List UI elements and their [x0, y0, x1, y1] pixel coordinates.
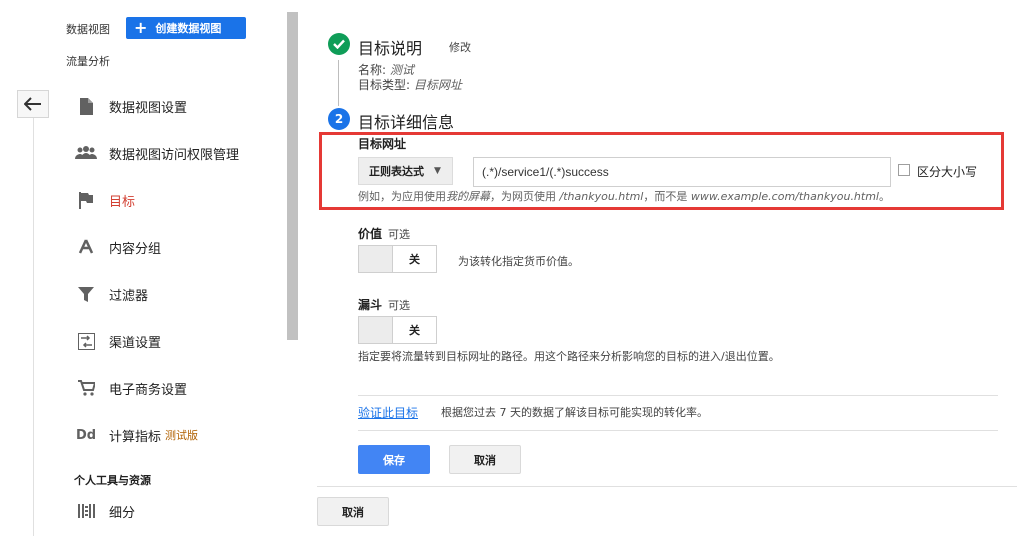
- check-circle-icon: [328, 33, 350, 55]
- personal-tools-title: 个人工具与资源: [74, 474, 151, 487]
- goal-type-value: 目标网址: [413, 78, 462, 92]
- toggle-knob: [359, 317, 393, 343]
- sidebar-item-label: 细分: [109, 505, 136, 521]
- hint-text: ，而不是: [643, 190, 688, 203]
- channel-settings-icon: [75, 330, 97, 352]
- funnel-label: 漏斗 可选: [358, 296, 410, 313]
- document-icon: [75, 95, 97, 117]
- sidebar-item-filters[interactable]: 过滤器: [66, 272, 286, 316]
- case-sensitive-label: 区分大小写: [917, 165, 978, 179]
- sidebar-item-view-settings[interactable]: 数据视图设置: [66, 84, 286, 128]
- hint-text: 例如，为应用使用: [358, 190, 446, 203]
- hint-example-app: 我的屏幕: [446, 190, 490, 203]
- plus-icon: +: [134, 18, 148, 37]
- match-type-value: 正则表达式: [369, 165, 424, 178]
- optional-tag: 可选: [388, 228, 411, 241]
- people-icon: [75, 142, 97, 164]
- sidebar-item-label: 渠道设置: [109, 335, 162, 351]
- destination-input[interactable]: (.*)/service1/(.*)success: [473, 157, 891, 187]
- goal-name-value: 测试: [389, 63, 414, 77]
- step-number-badge: 2: [328, 108, 350, 130]
- optional-tag: 可选: [388, 299, 411, 312]
- view-name[interactable]: 流量分析: [66, 53, 110, 69]
- goal-details-title: 目标详细信息: [358, 113, 455, 132]
- hint-example-page: /thankyou.html: [559, 190, 644, 203]
- funnel-toggle[interactable]: 关: [358, 316, 437, 344]
- toggle-knob: [359, 246, 393, 272]
- divider: [358, 395, 998, 396]
- beta-badge: 测试版: [165, 429, 199, 442]
- verify-description: 根据您过去 7 天的数据了解该目标可能实现的转化率。: [441, 406, 708, 419]
- goal-setup-panel: 目标说明 修改 名称: 测试 目标类型: 目标网址 2 目标详细信息 目标网址 …: [300, 0, 1024, 536]
- sidebar-item-content-grouping[interactable]: 内容分组: [66, 225, 286, 269]
- hint-example-full: www.example.com/thankyou.html: [690, 190, 879, 203]
- sidebar-item-ecommerce[interactable]: 电子商务设置: [66, 366, 286, 410]
- value-label-text: 价值: [358, 227, 383, 241]
- arrow-left-icon: [24, 97, 41, 111]
- toggle-state: 关: [409, 324, 420, 337]
- value-toggle[interactable]: 关: [358, 245, 437, 273]
- save-button[interactable]: 保存: [358, 445, 430, 474]
- cancel-details-button[interactable]: 取消: [449, 445, 521, 474]
- footer-divider: [317, 486, 1017, 487]
- segments-icon: [75, 500, 97, 522]
- funnel-description: 指定要将流量转到目标网址的路径。用这个路径来分析影响您的目标的进入/退出位置。: [358, 350, 780, 363]
- hint-text: 。: [879, 190, 890, 203]
- destination-hint: 例如，为应用使用我的屏幕，为网页使用 /thankyou.html，而不是 ww…: [358, 188, 890, 204]
- divider: [358, 430, 998, 431]
- sidebar-item-goals[interactable]: 目标: [66, 178, 286, 222]
- step-connector: [338, 60, 339, 106]
- sidebar-item-label: 内容分组: [109, 241, 162, 257]
- hint-text: ，为网页使用: [490, 190, 556, 203]
- dd-icon: Dd: [75, 427, 97, 443]
- cart-icon: [75, 377, 97, 399]
- sidebar-divider: [33, 118, 34, 536]
- edit-goal-description-link[interactable]: 修改: [449, 39, 471, 55]
- person-walk-icon: [75, 236, 97, 258]
- sidebar-item-calculated-metrics[interactable]: Dd 计算指标 测试版: [66, 413, 286, 457]
- sidebar-item-label: 数据视图访问权限管理: [109, 147, 240, 163]
- sidebar-item-label: 电子商务设置: [109, 382, 188, 398]
- sidebar-scrollbar[interactable]: [287, 12, 298, 340]
- caret-down-icon: ▼: [434, 166, 441, 176]
- funnel-label-text: 漏斗: [358, 298, 383, 312]
- value-description: 为该转化指定货币价值。: [458, 255, 579, 268]
- sidebar-item-label: 目标: [109, 194, 136, 210]
- goal-type-line: 目标类型: 目标网址: [358, 76, 462, 93]
- sidebar-item-view-access[interactable]: 数据视图访问权限管理: [66, 131, 286, 175]
- toggle-state: 关: [409, 253, 420, 266]
- sidebar-item-label: 计算指标: [109, 429, 162, 445]
- value-label: 价值 可选: [358, 225, 410, 242]
- filter-icon: [75, 283, 97, 305]
- goal-description-title: 目标说明: [358, 39, 423, 58]
- sidebar-item-label: 数据视图设置: [109, 100, 188, 116]
- destination-label: 目标网址: [358, 137, 407, 151]
- goal-type-label: 目标类型:: [358, 78, 411, 92]
- case-sensitive-checkbox[interactable]: [898, 164, 910, 176]
- back-button[interactable]: [17, 90, 49, 118]
- sidebar-item-segments[interactable]: 细分: [66, 489, 286, 533]
- create-view-label: 创建数据视图: [155, 22, 222, 35]
- view-label: 数据视图: [66, 23, 110, 36]
- sidebar: 数据视图 + 创建数据视图 流量分析 数据视图设置 数据视图访问权限管理 目标 …: [0, 0, 300, 536]
- create-view-button[interactable]: + 创建数据视图: [126, 17, 246, 39]
- verify-goal-link[interactable]: 验证此目标: [358, 404, 418, 421]
- sidebar-item-label: 过滤器: [109, 288, 149, 304]
- goal-name-label: 名称:: [358, 63, 387, 77]
- match-type-select[interactable]: 正则表达式 ▼: [358, 157, 453, 185]
- flag-icon: [75, 189, 97, 211]
- sidebar-item-channel-settings[interactable]: 渠道设置: [66, 319, 286, 363]
- cancel-button[interactable]: 取消: [317, 497, 389, 526]
